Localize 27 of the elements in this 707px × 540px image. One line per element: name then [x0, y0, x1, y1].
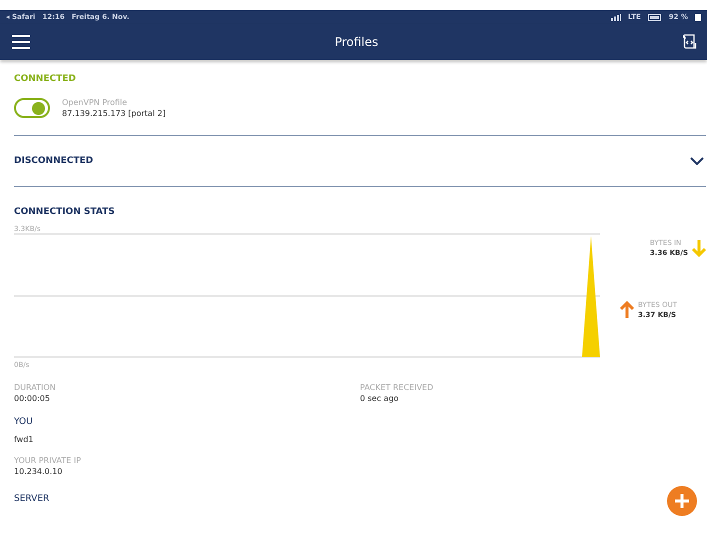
toggle-switch[interactable] [14, 98, 50, 118]
app-title: Profiles [334, 35, 378, 49]
user-name: fwd1 [14, 435, 34, 444]
menu-icon [12, 35, 30, 49]
battery-icon [695, 14, 701, 20]
detail-value: 00:00:05 [14, 394, 51, 403]
log-button[interactable] [682, 34, 697, 50]
plus-icon [674, 493, 690, 509]
section-heading: SERVER [14, 494, 50, 504]
section-heading: YOU [14, 417, 33, 427]
menu-button[interactable] [12, 35, 30, 49]
chevron-icon [690, 157, 704, 165]
detail-label: PACKET RECEIVED [360, 383, 434, 392]
add-button[interactable] [667, 486, 697, 516]
signal-icon [610, 14, 621, 20]
profile-name: OpenVPN Profile [62, 98, 128, 107]
section-heading: DISCONNECTED [14, 156, 94, 166]
scroll-icon [682, 34, 697, 50]
section-heading: CONNECTED [14, 74, 76, 84]
field-value: 10.234.0.10 [14, 467, 64, 476]
battery-icon [648, 14, 662, 20]
detail-value: 0 sec ago [360, 394, 400, 403]
detail-label: DURATION [14, 383, 57, 392]
section-heading: CONNECTION STATS [14, 207, 115, 217]
field-label: YOUR PRIVATE IP [14, 456, 82, 465]
profile-address: 87.139.215.173 [portal 2] [62, 109, 166, 118]
expand-button[interactable] [690, 157, 704, 165]
